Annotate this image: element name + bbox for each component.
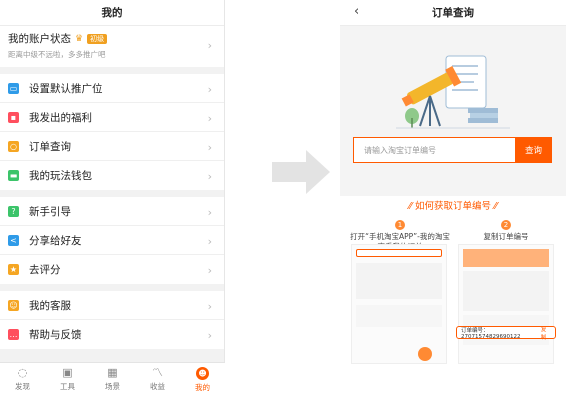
medal-icon: ★	[8, 264, 19, 275]
tab-label: 工具	[60, 382, 75, 391]
account-status-title: 我的账户状态	[8, 33, 71, 45]
menu-item-my-benefits[interactable]: ▪ 我发出的福利 ›	[0, 103, 224, 132]
menu-group-1: ▭ 设置默认推广位 › ▪ 我发出的福利 › ○ 订单查询 › ▬ 我的玩法钱包…	[0, 74, 224, 190]
bottom-tab-bar: ◌ 发现 ▣ 工具 ▦ 场景 〽 收益 ☻ 我的	[0, 362, 225, 396]
chevron-right-icon: ›	[207, 39, 212, 52]
telescope-illustration-icon	[396, 55, 510, 129]
chevron-right-icon: ›	[207, 141, 212, 154]
page-title: 我的	[0, 0, 224, 26]
menu-item-label: 我发出的福利	[29, 111, 92, 124]
search-icon: ○	[8, 140, 19, 152]
menu-item-label: 帮助与反馈	[29, 329, 82, 341]
order-number-input[interactable]: 请输入淘宝订单编号	[353, 137, 515, 163]
menu-item-newbie-guide[interactable]: ? 新手引导 ›	[0, 197, 224, 226]
chevron-right-icon: ›	[207, 83, 212, 96]
menu-item-customer-service[interactable]: ☺ 我的客服 ›	[0, 291, 224, 320]
order-search-bar: 请输入淘宝订单编号 查询	[353, 137, 552, 163]
hero-area: 请输入淘宝订单编号 查询	[340, 26, 566, 196]
order-number-highlight: 订单编号：27071574829690122 复制	[456, 325, 556, 341]
menu-group-2: ? 新手引导 › < 分享给好友 › ★ 去评分 ›	[0, 197, 224, 284]
tab-tools[interactable]: ▣ 工具	[45, 363, 90, 396]
chart-icon: 〽	[152, 366, 163, 379]
slash-decoration-icon: ⁄⁄	[491, 201, 498, 212]
menu-item-wallet[interactable]: ▬ 我的玩法钱包 ›	[0, 161, 224, 190]
menu-item-rate[interactable]: ★ 去评分 ›	[0, 255, 224, 284]
service-icon: ☺	[8, 299, 19, 311]
chevron-right-icon: ›	[207, 235, 212, 248]
menu-item-label: 设置默认推广位	[29, 82, 103, 95]
chevron-right-icon: ›	[207, 300, 212, 313]
menu-group-3: ☺ 我的客服 › … 帮助与反馈 ›	[0, 291, 224, 349]
tab-label: 场景	[105, 382, 120, 391]
tab-label: 我的	[195, 382, 210, 392]
step-number: 1	[395, 220, 405, 230]
toolbox-icon: ▣	[62, 366, 73, 379]
tab-label: 收益	[150, 382, 165, 391]
screenshot-root: 我的 我的账户状态 ♛ 初级 距离中级不远啦，多多推广吧 › ▭ 设置默认推广位…	[0, 0, 566, 396]
menu-item-label: 我的玩法钱包	[29, 170, 92, 182]
id-card-icon: ▭	[8, 82, 19, 94]
share-icon: <	[8, 234, 19, 246]
menu-item-label: 新手引导	[29, 205, 71, 218]
page-title: 订单查询	[432, 7, 474, 19]
step2-screenshot	[458, 244, 554, 364]
grid-icon: ▦	[107, 366, 118, 379]
menu-item-default-promo[interactable]: ▭ 设置默认推广位 ›	[0, 74, 224, 103]
crown-icon: ♛	[75, 33, 84, 44]
tab-label: 发现	[15, 382, 30, 391]
my-page-screen: 我的 我的账户状态 ♛ 初级 距离中级不远啦，多多推广吧 › ▭ 设置默认推广位…	[0, 0, 225, 396]
gift-icon: ▪	[8, 111, 19, 123]
howto-title-text: 如何获取订单编号	[414, 201, 491, 212]
copy-link[interactable]: 复制	[541, 325, 551, 341]
menu-item-help-feedback[interactable]: … 帮助与反馈 ›	[0, 320, 224, 349]
query-button[interactable]: 查询	[515, 137, 552, 163]
step1-screenshot	[351, 244, 447, 364]
account-status-row[interactable]: 我的账户状态 ♛ 初级 距离中级不远啦，多多推广吧 ›	[0, 26, 224, 67]
tab-scenes[interactable]: ▦ 场景	[90, 363, 135, 396]
menu-item-label: 我的客服	[29, 299, 71, 312]
tab-mine[interactable]: ☻ 我的	[180, 363, 225, 396]
account-status-subtitle: 距离中级不远啦，多多推广吧	[8, 50, 106, 59]
menu-item-label: 订单查询	[29, 140, 71, 153]
face-icon: ☻	[196, 366, 209, 380]
tab-earnings[interactable]: 〽 收益	[135, 363, 180, 396]
chat-icon: …	[8, 329, 19, 340]
menu-item-label: 去评分	[29, 264, 61, 276]
bulb-icon: ◌	[17, 366, 28, 379]
menu-item-label: 分享给好友	[29, 234, 82, 247]
menu-item-order-query[interactable]: ○ 订单查询 ›	[0, 132, 224, 161]
wallet-icon: ▬	[8, 170, 19, 181]
step-text: 复制订单编号	[483, 232, 529, 241]
step-2: 2 复制订单编号	[456, 220, 556, 242]
back-arrow-icon[interactable]: ‹	[354, 4, 359, 19]
arrow-right-icon	[272, 150, 330, 194]
chevron-right-icon: ›	[207, 112, 212, 125]
step-number: 2	[501, 220, 511, 230]
menu-item-share[interactable]: < 分享给好友 ›	[0, 226, 224, 255]
order-number-text: 订单编号：27071574829690122	[461, 327, 521, 340]
chevron-right-icon: ›	[207, 170, 212, 183]
level-badge: 初级	[87, 33, 108, 44]
chevron-right-icon: ›	[207, 329, 212, 342]
chevron-right-icon: ›	[207, 264, 212, 277]
howto-title: ⁄⁄ 如何获取订单编号 ⁄⁄	[340, 198, 566, 212]
tab-discover[interactable]: ◌ 发现	[0, 363, 45, 396]
question-icon: ?	[8, 205, 19, 217]
chevron-right-icon: ›	[207, 206, 212, 219]
